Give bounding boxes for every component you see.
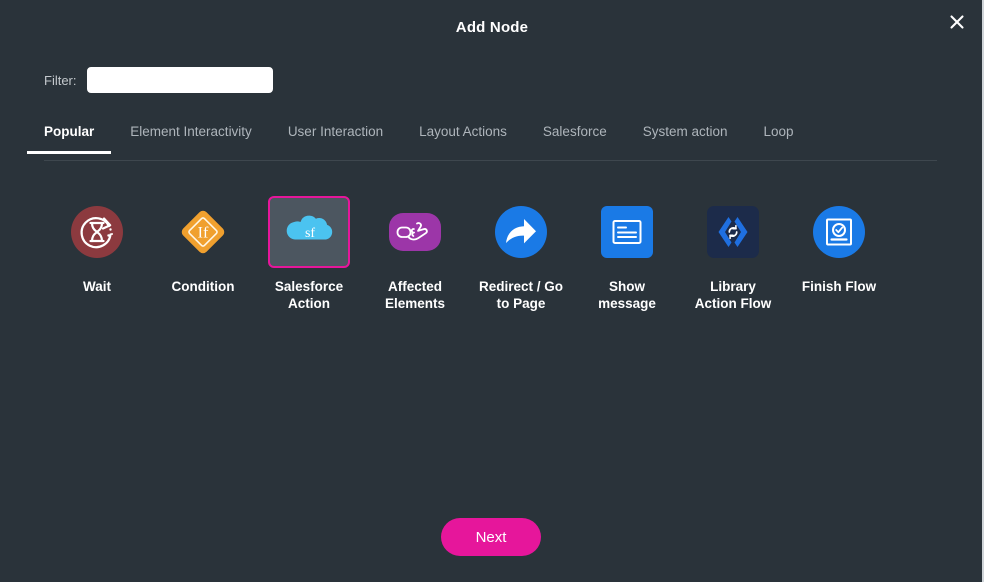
add-node-dialog: Add Node Filter: Popular Element Interac… [0, 0, 984, 582]
redirect-arrow-icon [494, 205, 548, 259]
next-button[interactable]: Next [441, 518, 541, 556]
tab-salesforce[interactable]: Salesforce [543, 124, 607, 153]
salesforce-cloud-icon: sf [282, 212, 336, 252]
search-input[interactable] [86, 67, 273, 93]
svg-text:If: If [198, 225, 209, 242]
show-message-icon [601, 206, 653, 258]
tab-popular[interactable]: Popular [26, 124, 112, 154]
node-label: Show message [598, 279, 656, 311]
node-label: Wait [83, 279, 111, 294]
node-icon-shell [56, 196, 138, 268]
node-card-affected-elements[interactable]: Affected Elements [362, 196, 468, 312]
node-icon-shell [798, 196, 880, 268]
node-card-show-message[interactable]: Show message [574, 196, 680, 312]
node-card-finish-flow[interactable]: Finish Flow [786, 196, 892, 295]
tab-element-interactivity[interactable]: Element Interactivity [130, 124, 252, 153]
condition-if-icon: If [176, 205, 230, 259]
node-label: Condition [171, 279, 235, 294]
filter-row: Filter: [44, 67, 273, 93]
node-icon-shell: If [162, 196, 244, 268]
node-type-grid: Wait If Condition sf Salesforce Action A… [44, 196, 937, 312]
tab-loop[interactable]: Loop [764, 124, 794, 153]
node-label: Affected Elements [384, 279, 446, 311]
node-card-library-action-flow[interactable]: Library Action Flow [680, 196, 786, 312]
node-card-salesforce-action[interactable]: sf Salesforce Action [256, 196, 362, 312]
filter-label: Filter: [44, 72, 77, 88]
page-title: Add Node [455, 19, 529, 36]
svg-text:sf: sf [305, 226, 315, 241]
node-card-redirect-go-to-page[interactable]: Redirect / Go to Page [468, 196, 574, 312]
node-label: Library Action Flow [694, 279, 772, 311]
node-label: Finish Flow [801, 279, 877, 294]
tab-user-interaction[interactable]: User Interaction [288, 124, 383, 153]
wait-hourglass-icon [70, 205, 124, 259]
tab-layout-actions[interactable]: Layout Actions [419, 124, 507, 153]
node-icon-shell [480, 196, 562, 268]
close-button[interactable] [942, 7, 972, 37]
close-icon [947, 12, 967, 32]
node-icon-shell [586, 196, 668, 268]
category-tabs: Popular Element Interactivity User Inter… [26, 124, 937, 161]
node-label: Redirect / Go to Page [478, 279, 564, 311]
library-action-flow-icon [707, 206, 759, 258]
affected-elements-icon [388, 205, 442, 259]
node-icon-shell [692, 196, 774, 268]
tab-system-action[interactable]: System action [643, 124, 728, 153]
finish-flow-icon [812, 205, 866, 259]
node-icon-shell [374, 196, 456, 268]
node-icon-shell-selected: sf [268, 196, 350, 268]
node-label: Salesforce Action [274, 279, 344, 311]
node-card-condition[interactable]: If Condition [150, 196, 256, 295]
node-card-wait[interactable]: Wait [44, 196, 150, 295]
